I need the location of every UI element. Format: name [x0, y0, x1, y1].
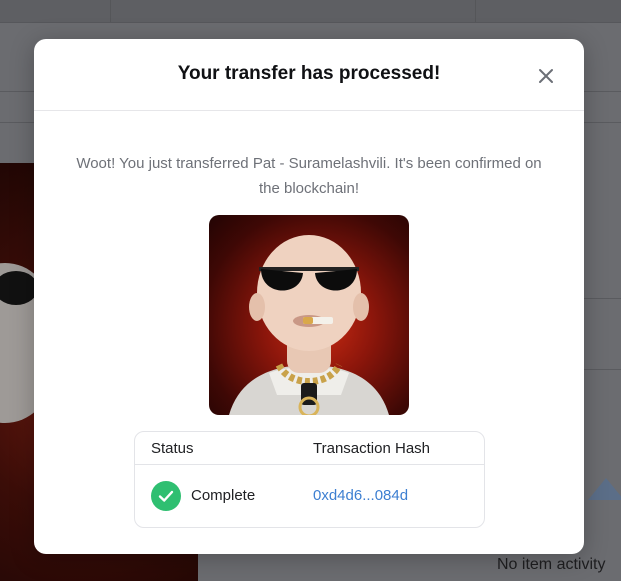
transfer-status-table: Status Transaction Hash Complete 0xd4d6.… [134, 431, 485, 528]
table-header-row: Status Transaction Hash [135, 432, 484, 465]
check-circle-icon [151, 481, 181, 511]
transfer-success-modal: Your transfer has processed! Woot! You j… [34, 39, 584, 554]
transfer-message: Woot! You just transferred Pat - Suramel… [76, 155, 542, 197]
modal-header: Your transfer has processed! [34, 39, 584, 111]
no-item-activity-text: No item activity [497, 556, 606, 573]
background-header [0, 0, 621, 23]
status-column-header: Status [151, 440, 194, 457]
transaction-hash-link[interactable]: 0xd4d6...084d [313, 487, 408, 504]
modal-title: Your transfer has processed! [177, 63, 441, 84]
status-value: Complete [191, 487, 256, 504]
transaction-hash-column-header: Transaction Hash [313, 440, 430, 457]
nft-avatar-image [209, 215, 409, 415]
background-side-panel [583, 298, 621, 370]
close-icon[interactable] [537, 67, 555, 85]
background-logo-icon [588, 478, 621, 500]
